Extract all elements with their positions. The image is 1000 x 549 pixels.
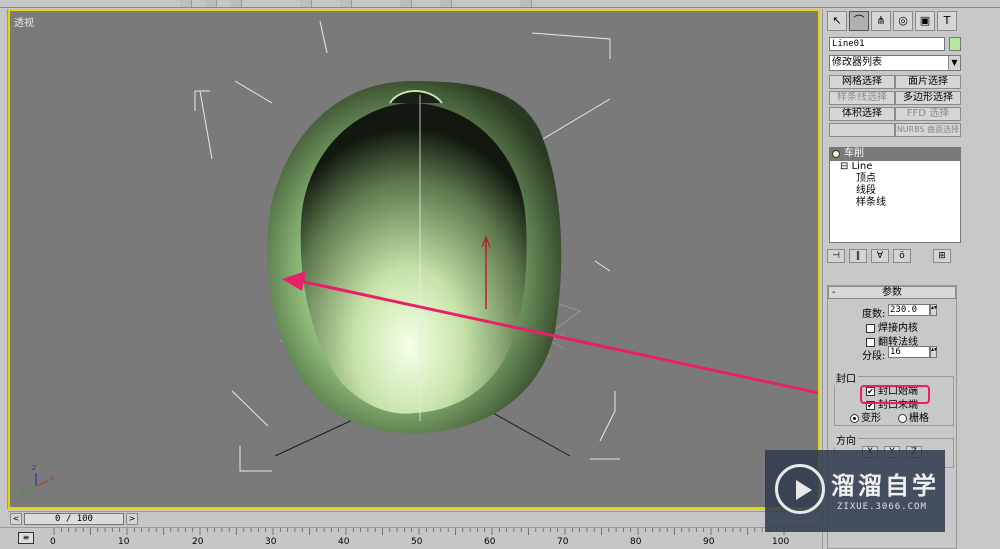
poly-select-button[interactable]: 多边形选择 [895, 91, 961, 105]
main-toolbar [0, 0, 1000, 8]
perspective-viewport[interactable]: 透视 z x y [8, 9, 820, 509]
motion-tab-icon[interactable]: ◎ [893, 11, 913, 31]
cap-end-annotation-box [860, 385, 930, 404]
prev-frame-button[interactable]: < [10, 513, 22, 525]
stack-item-label: 车削 [844, 148, 864, 159]
tick-label: 100 [772, 537, 790, 547]
tick-label: 50 [411, 537, 423, 547]
utilities-tab-icon[interactable]: T [937, 11, 957, 31]
left-edge-strip [0, 9, 8, 509]
stack-subitem-segment[interactable]: 线段 [830, 185, 960, 197]
tick-label: 0 [50, 537, 56, 547]
axis-y-label: y [20, 489, 25, 498]
toolbar-button[interactable] [230, 0, 242, 7]
grid-label: 栅格 [909, 413, 929, 424]
hierarchy-tab-icon[interactable]: ⋔ [871, 11, 891, 31]
empty-select-button[interactable] [829, 123, 895, 137]
track-view-icon[interactable]: ≡ [18, 532, 34, 544]
tick-label: 80 [630, 537, 642, 547]
stack-item-lathe[interactable]: 车削 [830, 148, 960, 161]
degrees-label: 度数: [862, 309, 886, 320]
degrees-input[interactable]: 230.0 [888, 304, 930, 316]
play-logo-icon [775, 464, 825, 514]
watermark-title: 溜溜自学 [831, 472, 939, 500]
degrees-spinner[interactable]: ▴▾ [930, 304, 937, 316]
lightbulb-icon[interactable] [832, 150, 840, 158]
stack-item-line[interactable]: ⊟ Line [830, 161, 960, 173]
tick-label: 30 [265, 537, 277, 547]
selection-modifier-buttons: 网格选择 面片选择 样条线选择 多边形选择 体积选择 FFD 选择 NURBS … [829, 75, 961, 137]
ffd-select-button[interactable]: FFD 选择 [895, 107, 961, 121]
morph-radio[interactable]: 变形 [850, 409, 881, 424]
volume-select-button[interactable]: 体积选择 [829, 107, 895, 121]
toolbar-button[interactable] [400, 0, 412, 7]
segments-spinner[interactable]: ▴▾ [930, 346, 937, 358]
capping-title: 封口 [834, 370, 858, 385]
toolbar-button[interactable] [340, 0, 352, 7]
stack-subitem-spline[interactable]: 样条线 [830, 197, 960, 209]
stack-item-label: Line [851, 161, 873, 172]
watermark: 溜溜自学 ZIXUE.3066.COM [765, 450, 945, 532]
time-slider-handle[interactable]: 0 / 100 [24, 513, 124, 525]
chevron-down-icon: ▼ [948, 56, 960, 70]
axis-x-label: x [50, 473, 55, 482]
select-tool-button[interactable] [180, 0, 192, 7]
modifier-list-dropdown[interactable]: 修改器列表 ▼ [829, 55, 961, 71]
modify-tab-icon[interactable]: ⌒ [849, 11, 869, 31]
nurbs-surface-select-button[interactable]: NURBS 曲面选择 [895, 123, 961, 137]
next-frame-button[interactable]: > [126, 513, 138, 525]
segments-input[interactable]: 16 [888, 346, 930, 358]
time-slider[interactable]: < 0 / 100 > [8, 511, 820, 526]
weld-core-checkbox[interactable]: 焊接内核 [866, 319, 918, 334]
track-bar[interactable]: ≡ 0 10 20 30 40 50 60 70 80 90 100 [0, 527, 820, 549]
stack-subitem-vertex[interactable]: 顶点 [830, 173, 960, 185]
command-panel-tabs: ↖ ⌒ ⋔ ◎ ▣ T [827, 11, 957, 33]
create-tab-icon[interactable]: ↖ [827, 11, 847, 31]
stack-tools: ⊣ ‖ ∀ ö ⊞ [827, 249, 961, 265]
tick-label: 60 [484, 537, 496, 547]
show-end-result-icon[interactable]: ‖ [849, 249, 867, 263]
max-app: 透视 z x y < 0 / 100 > ≡ 0 10 20 30 40 50 … [0, 0, 1000, 549]
mesh-select-button[interactable]: 网格选择 [829, 75, 895, 89]
tick-label: 20 [192, 537, 204, 547]
tick-label: 70 [557, 537, 569, 547]
object-name-field[interactable]: Line01 [829, 37, 945, 51]
toolbar-button[interactable] [205, 0, 217, 7]
tick-label: 90 [703, 537, 715, 547]
parameters-rollout-header[interactable]: - 参数 [828, 286, 956, 299]
modifier-list-label: 修改器列表 [832, 57, 882, 68]
object-color-swatch[interactable] [949, 37, 961, 51]
toolbar-button[interactable] [300, 0, 312, 7]
modifier-stack[interactable]: 车削 ⊟ Line 顶点 线段 样条线 [829, 147, 961, 243]
grid-radio[interactable]: 栅格 [898, 409, 929, 424]
viewport-label[interactable]: 透视 [14, 14, 34, 29]
pin-stack-icon[interactable]: ⊣ [827, 249, 845, 263]
tick-label: 40 [338, 537, 350, 547]
axis-z-label: z [32, 463, 37, 472]
toolbar-button[interactable] [440, 0, 452, 7]
toolbar-button[interactable] [520, 0, 532, 7]
make-unique-icon[interactable]: ∀ [871, 249, 889, 263]
display-tab-icon[interactable]: ▣ [915, 11, 935, 31]
segments-label: 分段: [862, 351, 886, 362]
patch-select-button[interactable]: 面片选择 [895, 75, 961, 89]
spline-select-button[interactable]: 样条线选择 [829, 91, 895, 105]
rollout-title: 参数 [882, 287, 902, 298]
remove-modifier-icon[interactable]: ö [893, 249, 911, 263]
tick-label: 10 [118, 537, 130, 547]
track-ruler: 0 10 20 30 40 50 60 70 80 90 100 [50, 528, 812, 549]
watermark-subtitle: ZIXUE.3066.COM [837, 502, 927, 512]
morph-label: 变形 [861, 413, 881, 424]
viewport-scene [27, 20, 818, 492]
direction-title: 方向 [834, 432, 858, 447]
configure-sets-icon[interactable]: ⊞ [933, 249, 951, 263]
